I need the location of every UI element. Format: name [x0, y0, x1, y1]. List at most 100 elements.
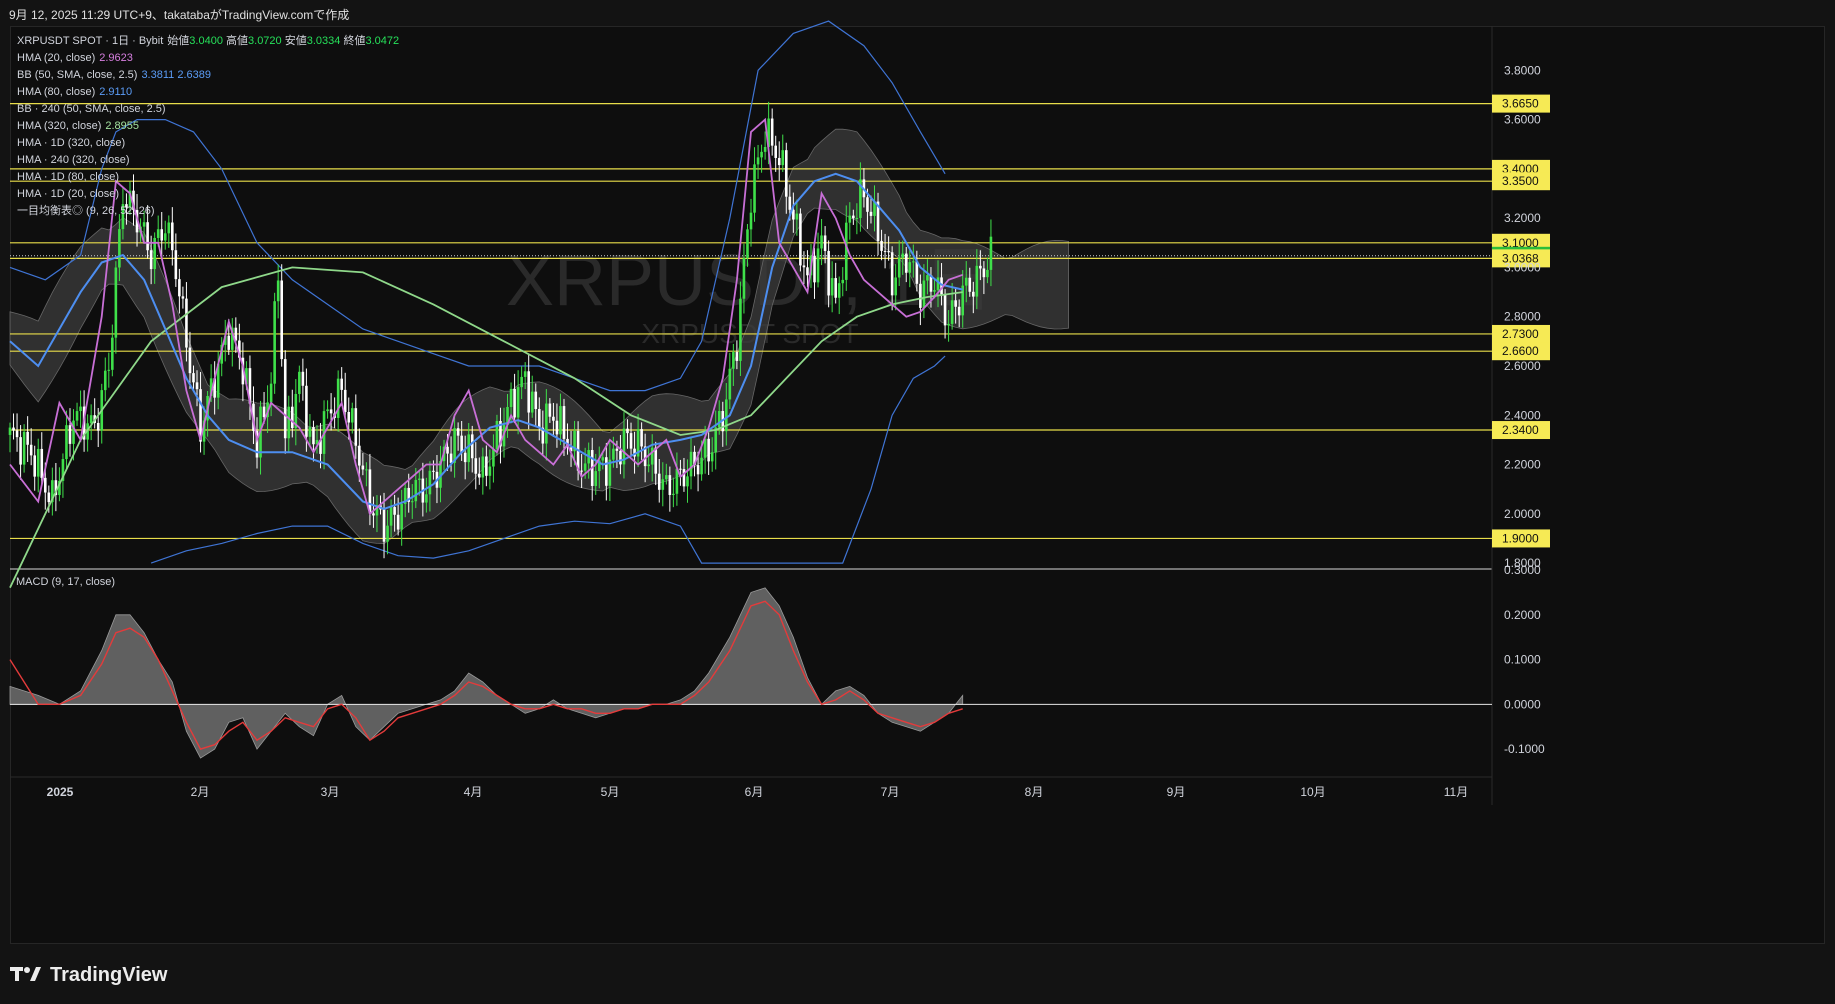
candle-body	[897, 257, 901, 278]
time-axis-tick: 11月	[1444, 785, 1468, 799]
candle-body	[26, 431, 29, 445]
candle-body	[912, 261, 915, 263]
candle-body	[428, 470, 432, 495]
candle-body	[160, 229, 164, 241]
chart-svg[interactable]: XRPUSDT, 1日XRPUSDT SPOT3.66503.40003.350…	[0, 0, 1835, 1004]
candle-body	[654, 447, 658, 474]
macd-axis-tick: -0.1000	[1504, 742, 1545, 756]
candle-body	[470, 434, 474, 459]
price-level-label: 3.6650	[1502, 97, 1539, 111]
candle-body	[418, 478, 421, 480]
candle-body	[111, 337, 114, 370]
candle-body	[174, 250, 178, 280]
time-axis-tick: 6月	[745, 785, 764, 799]
time-axis-tick: 5月	[601, 785, 620, 799]
candle-body	[188, 347, 192, 374]
candle-body	[530, 391, 534, 413]
candle-body	[707, 438, 710, 462]
candle-body	[950, 300, 954, 324]
candle-body	[742, 258, 746, 299]
tradingview-logo-icon	[10, 967, 41, 981]
candle-body	[615, 448, 619, 451]
candle-body	[47, 492, 51, 503]
candle-body	[107, 369, 111, 371]
candle-body	[79, 406, 82, 412]
candle-body	[192, 373, 195, 383]
candle-body	[308, 427, 312, 437]
candle-body	[548, 403, 552, 417]
candle-body	[788, 196, 792, 210]
candle-body	[777, 157, 781, 166]
candle-body	[989, 236, 993, 270]
price-axis-tick: 3.0000	[1504, 260, 1541, 274]
candle-body	[350, 408, 354, 423]
candle-body	[594, 471, 598, 486]
candle-body	[820, 235, 823, 249]
candle-body	[114, 267, 118, 338]
candle-body	[400, 503, 403, 530]
candle-body	[647, 464, 650, 467]
candle-body	[844, 222, 848, 280]
candle-body	[605, 457, 608, 486]
candle-body	[739, 298, 742, 361]
candle-body	[537, 409, 541, 428]
candle-body	[22, 431, 26, 465]
candle-body	[904, 253, 908, 273]
candle-body	[901, 253, 905, 258]
candle-body	[118, 229, 121, 268]
candle-body	[269, 383, 273, 403]
candle-body	[979, 265, 982, 269]
candle-body	[612, 448, 615, 460]
candle-body	[488, 466, 492, 476]
candle-body	[837, 283, 841, 298]
candle-body	[661, 479, 665, 490]
candle-body	[562, 406, 566, 439]
candle-body	[555, 420, 559, 435]
candle-body	[396, 514, 400, 530]
candle-body	[125, 204, 128, 208]
candle-body	[287, 406, 291, 439]
time-axis-tick: 2月	[191, 785, 210, 799]
candle-body	[982, 268, 986, 278]
candle-body	[283, 359, 287, 439]
candle-body	[746, 229, 749, 259]
candle-body	[672, 493, 675, 495]
candle-body	[714, 427, 718, 453]
candle-body	[887, 251, 890, 253]
candle-body	[728, 368, 732, 400]
time-axis-tick: 2025	[47, 785, 74, 799]
candle-body	[972, 291, 975, 297]
candle-body	[894, 277, 897, 296]
candle-body	[943, 294, 947, 326]
time-axis-tick: 7月	[881, 785, 900, 799]
time-axis-tick: 3月	[321, 785, 340, 799]
candle-body	[880, 240, 883, 251]
candle-body	[449, 453, 453, 463]
candle-body	[456, 428, 460, 436]
macd-title: MACD (9, 17, close)	[16, 576, 115, 588]
candle-body	[968, 277, 972, 292]
candle-body	[552, 416, 555, 421]
candle-body	[68, 425, 72, 444]
candle-body	[326, 409, 329, 412]
macd-histogram-area	[9, 587, 964, 759]
price-axis-tick: 2.0000	[1504, 507, 1541, 521]
candle-body	[12, 427, 15, 431]
price-level-label: 2.6600	[1502, 344, 1539, 358]
price-axis-tick: 2.4000	[1504, 408, 1541, 422]
candle-body	[770, 118, 774, 146]
candle-body	[816, 248, 820, 283]
candle-body	[65, 425, 68, 460]
tradingview-brand[interactable]: TradingView	[10, 960, 167, 990]
price-level-label: 1.9000	[1502, 531, 1539, 545]
time-axis-tick: 10月	[1300, 785, 1325, 799]
candle-body	[89, 415, 93, 424]
candle-body	[732, 352, 735, 369]
candle-body	[185, 298, 188, 348]
candle-body	[855, 217, 859, 219]
candle-body	[869, 211, 873, 216]
candle-body	[290, 406, 294, 429]
candle-body	[298, 371, 301, 394]
candle-body	[890, 252, 894, 296]
candle-body	[640, 429, 643, 447]
